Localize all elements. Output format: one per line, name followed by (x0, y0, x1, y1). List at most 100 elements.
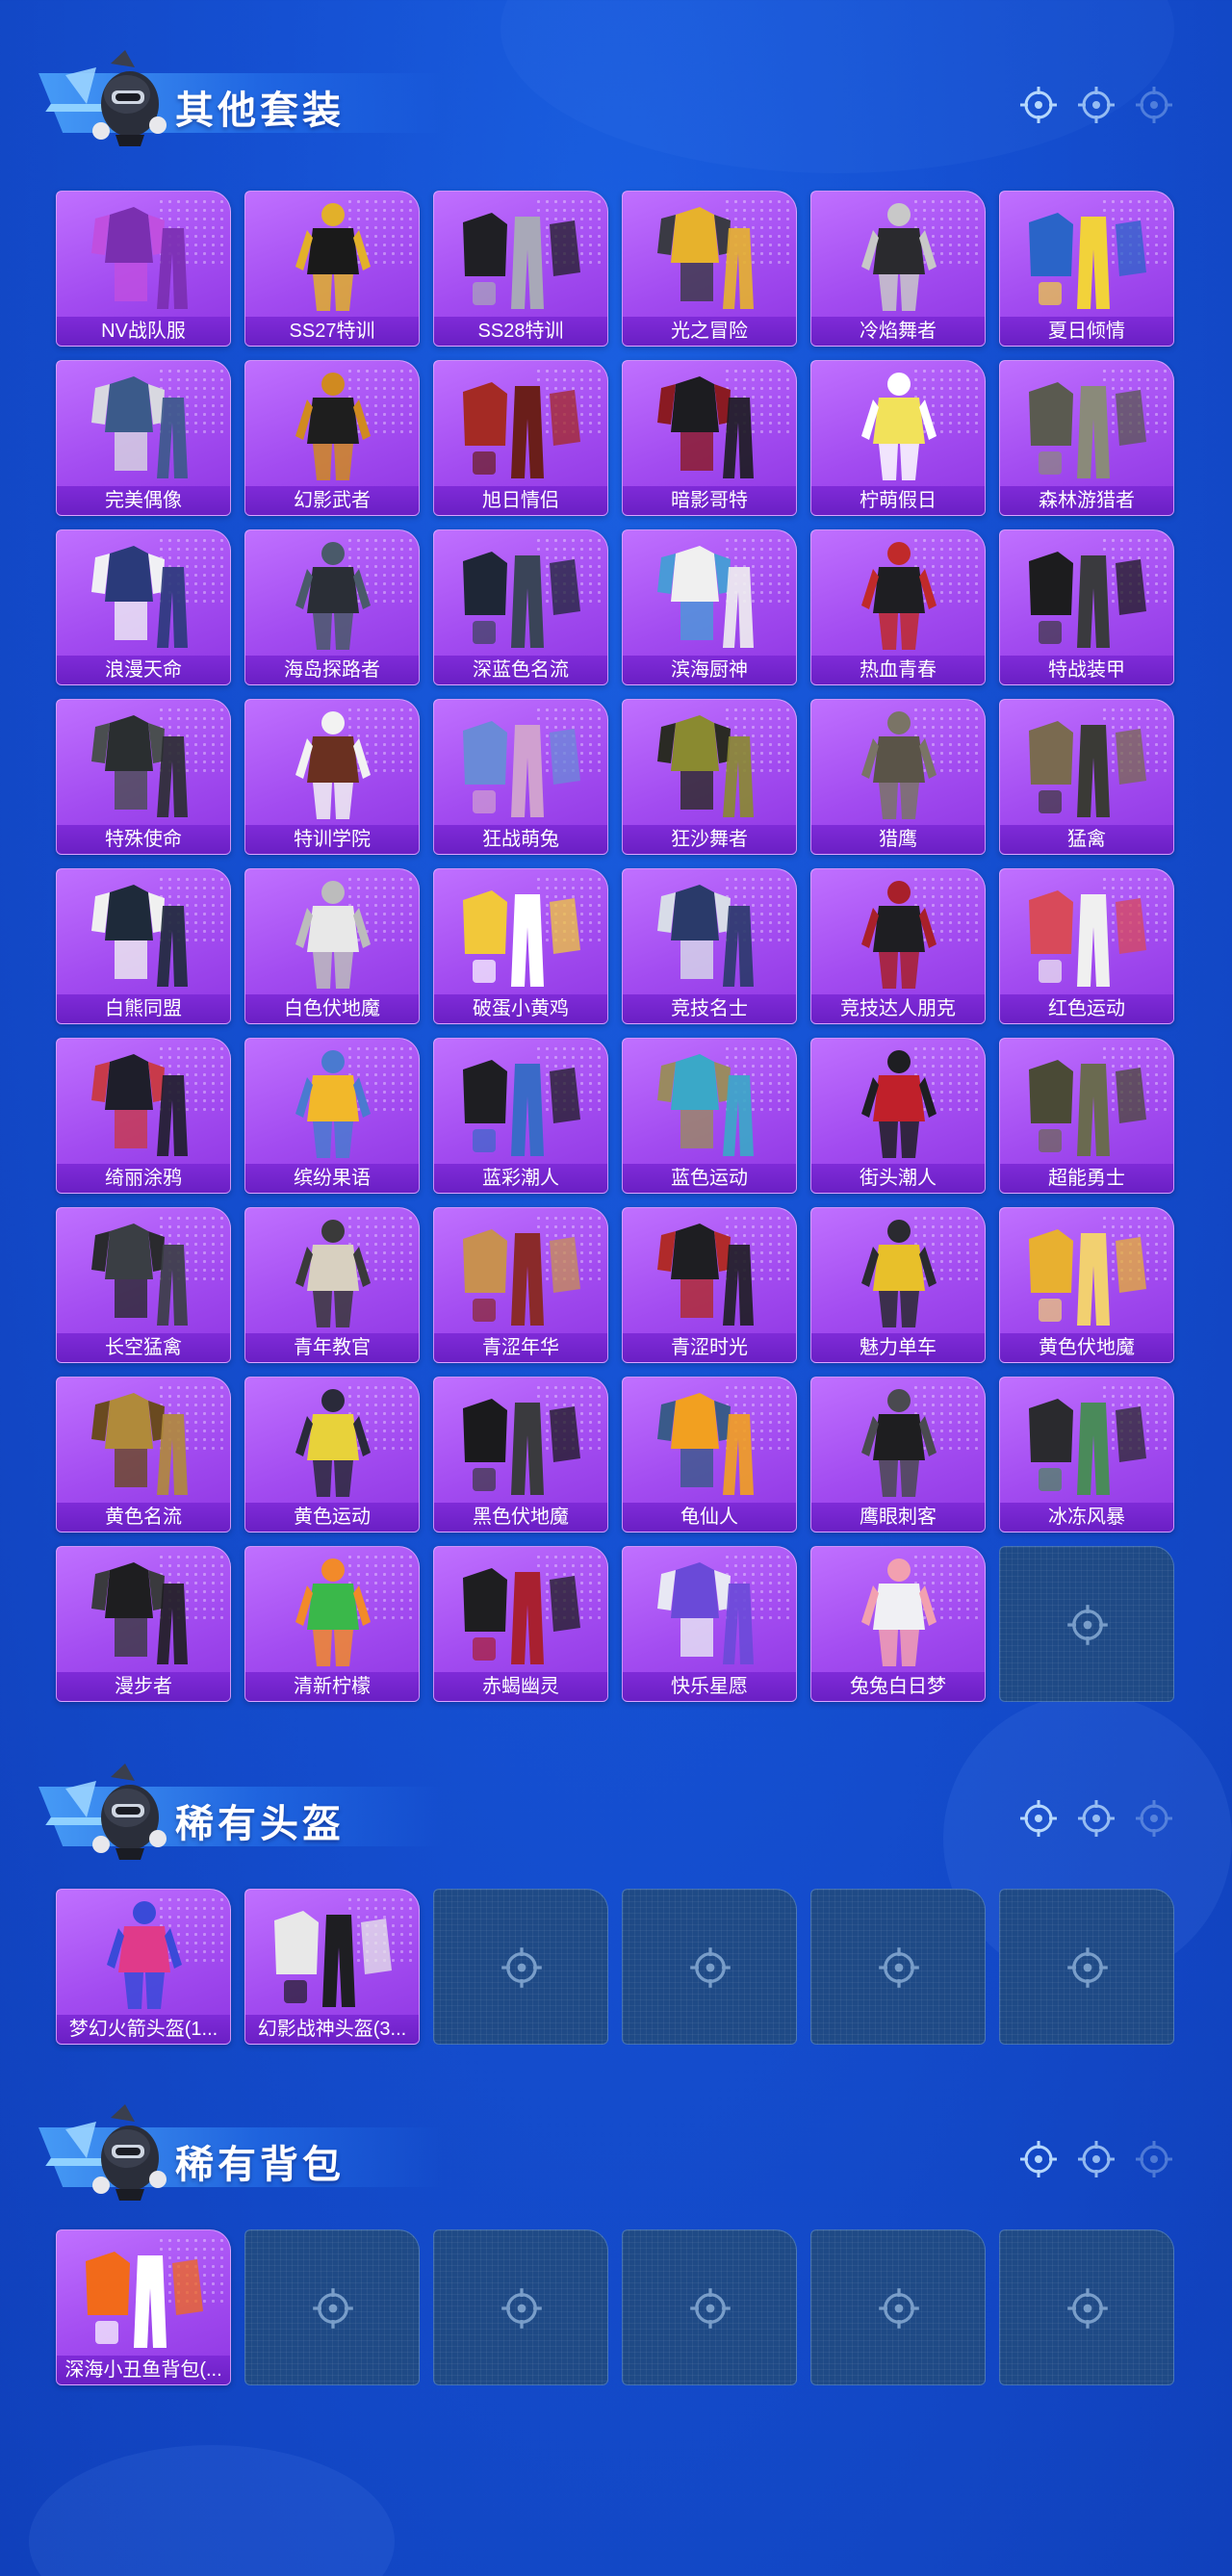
item-card[interactable]: 幻影武者 (244, 360, 420, 516)
item-card[interactable]: 猎鹰 (810, 699, 986, 855)
section-header: 其他套装 (29, 46, 1203, 146)
item-name: SS27特训 (245, 317, 419, 346)
item-name: 光之冒险 (623, 317, 796, 346)
item-name: 竞技名士 (623, 994, 796, 1023)
crosshair-icon (501, 2288, 542, 2329)
item-card[interactable]: SS28特训 (433, 191, 608, 347)
item-image (463, 213, 580, 309)
item-card[interactable]: 黄色运动 (244, 1377, 420, 1533)
item-card[interactable]: 深海小丑鱼背包(... (56, 2229, 231, 2385)
item-card[interactable]: 黑色伏地魔 (433, 1377, 608, 1533)
item-card[interactable]: 竞技达人朋克 (810, 868, 986, 1024)
item-card[interactable]: 红色运动 (999, 868, 1174, 1024)
item-card[interactable]: 狂沙舞者 (622, 699, 797, 855)
item-card[interactable]: 超能勇士 (999, 1038, 1174, 1194)
item-image (1029, 1399, 1146, 1495)
item-card[interactable]: 浪漫天命 (56, 529, 231, 685)
item-image (657, 715, 754, 817)
item-image (295, 373, 371, 480)
item-card[interactable]: 滨海厨神 (622, 529, 797, 685)
item-card[interactable]: 暗影哥特 (622, 360, 797, 516)
empty-slot (999, 2229, 1174, 2385)
item-card[interactable]: 青涩时光 (622, 1207, 797, 1363)
item-image (861, 1050, 937, 1158)
crosshair-icon (1078, 1800, 1115, 1837)
item-card[interactable]: 黄色伏地魔 (999, 1207, 1174, 1363)
item-image (91, 1393, 188, 1495)
item-card[interactable]: 白色伏地魔 (244, 868, 420, 1024)
item-name: 破蛋小黄鸡 (434, 994, 607, 1023)
item-name: 白色伏地魔 (245, 994, 419, 1023)
item-card[interactable]: 旭日情侣 (433, 360, 608, 516)
item-image (91, 1054, 188, 1156)
item-name: 赤蝎幽灵 (434, 1672, 607, 1701)
item-card[interactable]: 特训学院 (244, 699, 420, 855)
item-image (1029, 1229, 1146, 1326)
item-card[interactable]: 漫步者 (56, 1546, 231, 1702)
item-card[interactable]: 绮丽涂鸦 (56, 1038, 231, 1194)
corner-decoration (1018, 85, 1174, 125)
item-card[interactable]: 鹰眼刺客 (810, 1377, 986, 1533)
item-card[interactable]: NV战队服 (56, 191, 231, 347)
item-card[interactable]: 魅力单车 (810, 1207, 986, 1363)
item-image (657, 885, 754, 987)
item-card[interactable]: 柠萌假日 (810, 360, 986, 516)
item-card[interactable]: 青年教官 (244, 1207, 420, 1363)
item-card[interactable]: SS27特训 (244, 191, 420, 347)
item-card[interactable]: 街头潮人 (810, 1038, 986, 1194)
empty-slot (999, 1889, 1174, 2045)
item-card[interactable]: 狂战萌兔 (433, 699, 608, 855)
item-card[interactable]: 特战装甲 (999, 529, 1174, 685)
item-card[interactable]: 蓝色运动 (622, 1038, 797, 1194)
item-card[interactable]: 夏日倾情 (999, 191, 1174, 347)
mascot-helmet-icon (65, 1764, 167, 1860)
item-card[interactable]: 竞技名士 (622, 868, 797, 1024)
item-card[interactable]: 海岛探路者 (244, 529, 420, 685)
item-image (463, 1399, 580, 1495)
item-card[interactable]: 冷焰舞者 (810, 191, 986, 347)
crosshair-icon (1136, 1800, 1172, 1837)
item-name: 冷焰舞者 (811, 317, 985, 346)
item-card[interactable]: 深蓝色名流 (433, 529, 608, 685)
item-image (463, 890, 580, 987)
item-name: 红色运动 (1000, 994, 1173, 1023)
item-card[interactable]: 森林游猎者 (999, 360, 1174, 516)
item-card[interactable]: 蓝彩潮人 (433, 1038, 608, 1194)
item-card[interactable]: 白熊同盟 (56, 868, 231, 1024)
item-name: 青年教官 (245, 1333, 419, 1362)
item-card[interactable]: 黄色名流 (56, 1377, 231, 1533)
item-image (295, 881, 371, 989)
item-card[interactable]: 龟仙人 (622, 1377, 797, 1533)
item-card[interactable]: 兔兔白日梦 (810, 1546, 986, 1702)
item-card[interactable]: 特殊使命 (56, 699, 231, 855)
item-card[interactable]: 梦幻火箭头盔(1... (56, 1889, 231, 2045)
item-image (463, 1060, 580, 1156)
item-card[interactable]: 缤纷果语 (244, 1038, 420, 1194)
item-image (657, 376, 754, 478)
item-name: 海岛探路者 (245, 656, 419, 684)
item-grid: 梦幻火箭头盔(1... 幻影战神头盔(3... (56, 1889, 1176, 2045)
item-card[interactable]: 光之冒险 (622, 191, 797, 347)
item-card[interactable]: 幻影战神头盔(3... (244, 1889, 420, 2045)
item-name: 蓝彩潮人 (434, 1164, 607, 1193)
item-card[interactable]: 冰冻风暴 (999, 1377, 1174, 1533)
item-card[interactable]: 赤蝎幽灵 (433, 1546, 608, 1702)
item-card[interactable]: 热血青春 (810, 529, 986, 685)
item-image (861, 542, 937, 650)
crosshair-icon (1067, 1947, 1108, 1988)
item-name: 街头潮人 (811, 1164, 985, 1193)
crosshair-icon (313, 2288, 353, 2329)
item-card[interactable]: 破蛋小黄鸡 (433, 868, 608, 1024)
item-card[interactable]: 长空猛禽 (56, 1207, 231, 1363)
item-name: 鹰眼刺客 (811, 1503, 985, 1532)
crosshair-icon (501, 1947, 542, 1988)
item-image (861, 203, 937, 311)
item-image (295, 711, 371, 819)
item-card[interactable]: 清新柠檬 (244, 1546, 420, 1702)
item-image (91, 546, 188, 648)
item-card[interactable]: 快乐星愿 (622, 1546, 797, 1702)
item-card[interactable]: 完美偶像 (56, 360, 231, 516)
item-card[interactable]: 猛禽 (999, 699, 1174, 855)
item-card[interactable]: 青涩年华 (433, 1207, 608, 1363)
empty-slot (810, 1889, 986, 2045)
